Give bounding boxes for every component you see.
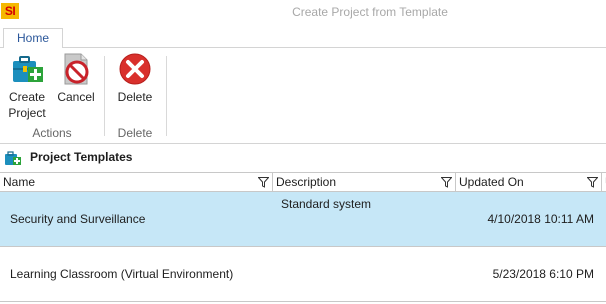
funnel-icon[interactable]	[258, 177, 269, 188]
cell-name: Security and Surveillance	[10, 212, 146, 226]
column-header-description[interactable]: Description	[273, 173, 456, 192]
funnel-icon[interactable]	[587, 177, 598, 188]
grid-header: Name Description Updated On U	[0, 172, 606, 192]
ribbon: Create Project Cancel Delete Actions Del…	[0, 48, 606, 144]
create-project-label-line1: Create	[8, 90, 46, 104]
cell-description: Standard system	[281, 197, 372, 211]
ribbon-separator	[104, 56, 105, 136]
title-bar: SI Create Project from Template	[0, 0, 606, 24]
briefcase-plus-icon	[13, 56, 43, 82]
no-entry-icon	[64, 53, 89, 85]
cell-updated-on: 5/23/2018 6:10 PM	[492, 267, 594, 281]
group-label-delete: Delete	[117, 126, 153, 140]
group-label-actions: Actions	[32, 126, 72, 140]
create-project-label-line2: Project	[8, 106, 46, 120]
column-header-label: Name	[3, 175, 36, 189]
ribbon-tab-strip: Home	[0, 24, 606, 49]
section-header: Project Templates	[0, 145, 606, 171]
x-circle-icon	[119, 53, 151, 85]
delete-button[interactable]: Delete	[110, 52, 160, 105]
cell-name: Learning Classroom (Virtual Environment)	[10, 267, 234, 281]
window-title: Create Project from Template	[292, 5, 448, 19]
column-header-label: Description	[276, 175, 337, 189]
cancel-label: Cancel	[57, 90, 95, 104]
tab-home[interactable]: Home	[3, 28, 63, 49]
column-header-truncated[interactable]: U	[602, 173, 606, 192]
column-header-name[interactable]: Name	[0, 173, 273, 192]
funnel-icon[interactable]	[441, 177, 452, 188]
create-project-button[interactable]: Create Project	[4, 52, 50, 121]
table-row[interactable]: Learning Classroom (Virtual Environment)…	[0, 247, 606, 302]
cell-updated-on: 4/10/2018 10:11 AM	[487, 212, 594, 226]
cancel-button[interactable]: Cancel	[54, 52, 98, 105]
delete-label: Delete	[117, 90, 153, 104]
briefcase-plus-icon	[5, 151, 21, 165]
column-header-label: Updated On	[459, 175, 524, 189]
section-title: Project Templates	[30, 150, 133, 164]
ribbon-separator	[166, 56, 167, 136]
table-row[interactable]: Security and Surveillance Standard syste…	[0, 192, 606, 247]
column-header-updated-on[interactable]: Updated On	[456, 173, 602, 192]
